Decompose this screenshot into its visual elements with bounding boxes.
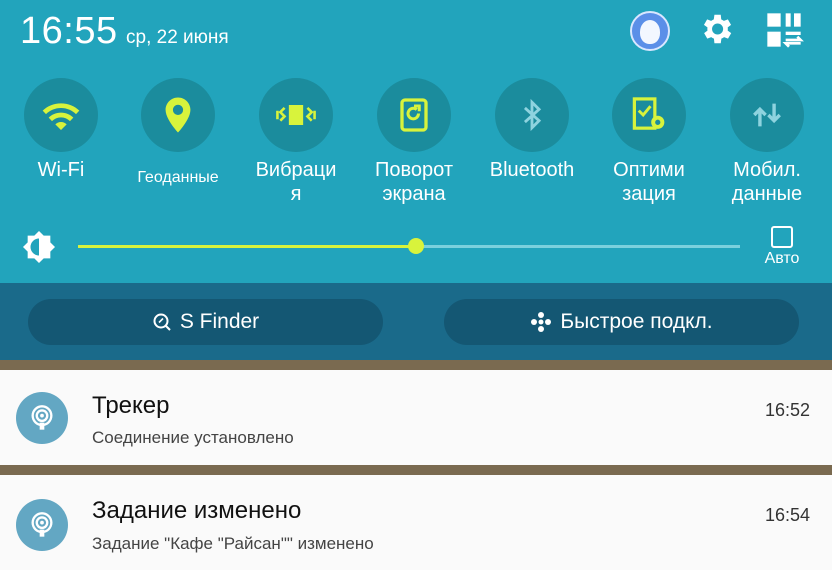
toggle-label: Вибраци я: [255, 159, 337, 205]
tracker-icon: [16, 392, 68, 444]
auto-label: Авто: [764, 250, 800, 267]
quick-connect-button[interactable]: Быстрое подкл.: [444, 299, 799, 345]
notification-text: Соединение установлено: [92, 428, 294, 447]
avatar-icon[interactable]: [630, 11, 670, 51]
auto-checkbox[interactable]: [771, 226, 793, 248]
notification-card[interactable]: Задание изменено Задание "Кафе "Райсан""…: [0, 475, 832, 570]
optimize-icon: [632, 97, 665, 130]
date-label: ср, 22 июня: [126, 27, 229, 48]
tracker-icon: [16, 499, 68, 551]
toggle-rotation[interactable]: Поворот экрана: [359, 78, 469, 206]
mobile-data-icon: [753, 103, 781, 127]
status-header: 16:55 ср, 22 июня: [0, 0, 832, 70]
wifi-icon: [42, 103, 80, 130]
toggle-label: Геоданные: [137, 169, 219, 186]
toggle-label: Bluetooth: [489, 159, 575, 181]
action-button-row: S Finder Быстрое подкл.: [0, 283, 832, 360]
clock: 16:55: [20, 10, 118, 52]
vibration-icon: [276, 105, 316, 125]
toggle-location[interactable]: Геоданные: [123, 78, 233, 190]
auto-brightness-toggle[interactable]: Авто: [762, 226, 802, 268]
brightness-fill: [78, 245, 416, 248]
s-finder-button[interactable]: S Finder: [28, 299, 383, 345]
toggle-label: Оптими зация: [613, 159, 685, 205]
notification-card[interactable]: Трекер Соединение установлено 16:52: [0, 370, 832, 465]
toggle-label: Мобил. данные: [731, 159, 803, 205]
quick-connect-label: Быстрое подкл.: [560, 310, 713, 333]
bluetooth-icon: [523, 98, 542, 132]
edit-quick-settings-icon[interactable]: [764, 10, 804, 50]
toggle-wifi[interactable]: Wi-Fi: [6, 78, 116, 182]
brightness-knob[interactable]: [407, 238, 424, 254]
toggle-label: Поворот экрана: [375, 159, 453, 205]
notification-title: Задание изменено: [92, 497, 302, 524]
toggle-optimization[interactable]: Оптими зация: [594, 78, 704, 206]
quick-settings-panel: 16:55 ср, 22 июня Wi-Fi Геоданные Вибрац…: [0, 0, 832, 283]
brightness-slider[interactable]: [78, 238, 740, 254]
location-pin-icon: [165, 97, 191, 133]
rotate-icon: [400, 98, 428, 132]
quick-connect-icon: [530, 311, 552, 333]
notification-time: 16:54: [764, 505, 810, 525]
toggle-bluetooth[interactable]: Bluetooth: [477, 78, 587, 182]
brightness-row: Авто: [0, 222, 832, 272]
brightness-icon: [22, 230, 56, 264]
notification-text: Задание "Кафе "Райсан"" изменено: [92, 534, 374, 553]
s-finder-label: S Finder: [179, 310, 260, 333]
notification-time: 16:52: [764, 400, 810, 420]
search-icon: [152, 312, 172, 332]
notification-title: Трекер: [92, 392, 170, 419]
toggle-mobile-data[interactable]: Мобил. данные: [712, 78, 822, 206]
toggle-label: Wi-Fi: [37, 159, 85, 181]
toggle-vibration[interactable]: Вибраци я: [241, 78, 351, 206]
gear-icon[interactable]: [697, 10, 735, 48]
quick-toggles: Wi-Fi Геоданные Вибраци я Поворот экрана…: [0, 78, 832, 208]
